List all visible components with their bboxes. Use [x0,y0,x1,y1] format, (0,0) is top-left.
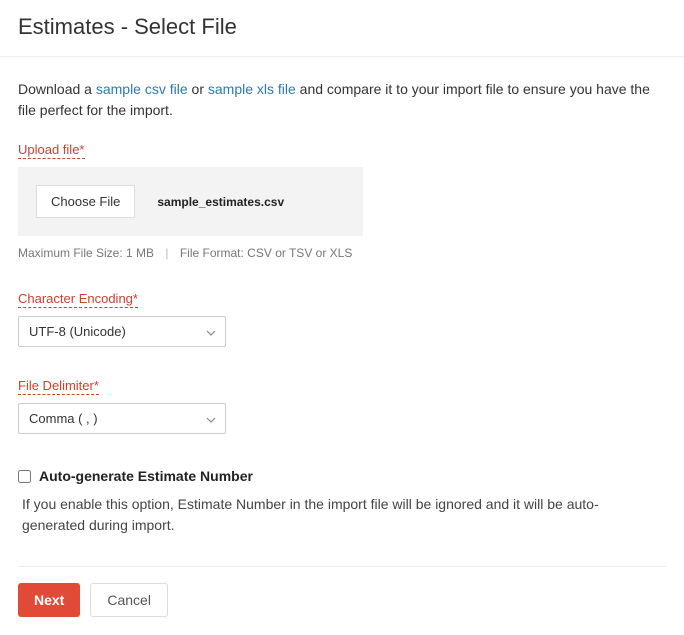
delimiter-section: File Delimiter* Comma ( , ) [18,377,666,434]
autogen-help-text: If you enable this option, Estimate Numb… [22,494,642,536]
cancel-button[interactable]: Cancel [90,583,168,617]
footer-divider [18,566,666,567]
intro-text-2: or [188,81,208,97]
content-area: Download a sample csv file or sample xls… [0,57,684,635]
page-header: Estimates - Select File [0,0,684,57]
autogen-checkbox[interactable] [18,470,31,483]
encoding-section: Character Encoding* UTF-8 (Unicode) [18,290,666,347]
file-format-hint: File Format: CSV or TSV or XLS [180,246,353,260]
autogen-row: Auto-generate Estimate Number [18,468,666,484]
intro-text: Download a sample csv file or sample xls… [18,79,666,121]
delimiter-label: File Delimiter* [18,378,99,395]
page-title: Estimates - Select File [18,14,666,40]
upload-section: Upload file* Choose File sample_estimate… [18,141,666,260]
sample-xls-link[interactable]: sample xls file [208,81,296,97]
hint-separator: | [165,246,168,260]
upload-hints: Maximum File Size: 1 MB | File Format: C… [18,246,666,260]
sample-csv-link[interactable]: sample csv file [96,81,188,97]
upload-file-label: Upload file* [18,142,85,159]
selected-filename: sample_estimates.csv [157,195,284,209]
max-file-size: Maximum File Size: 1 MB [18,246,154,260]
intro-text-1: Download a [18,81,96,97]
encoding-label: Character Encoding* [18,291,138,308]
encoding-select-wrap: UTF-8 (Unicode) [18,316,226,347]
encoding-select[interactable]: UTF-8 (Unicode) [18,316,226,347]
next-button[interactable]: Next [18,583,80,617]
button-row: Next Cancel [18,583,666,617]
autogen-label: Auto-generate Estimate Number [39,468,253,484]
delimiter-select[interactable]: Comma ( , ) [18,403,226,434]
upload-box: Choose File sample_estimates.csv [18,167,363,236]
choose-file-button[interactable]: Choose File [36,185,135,218]
delimiter-select-wrap: Comma ( , ) [18,403,226,434]
